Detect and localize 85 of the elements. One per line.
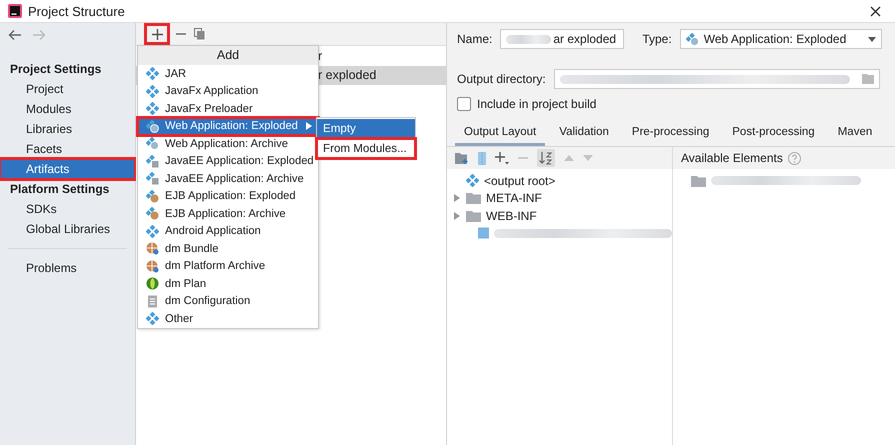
menu-item[interactable]: Empty [317, 119, 415, 138]
module-file-icon [478, 227, 489, 240]
module-icon [146, 67, 159, 80]
archive-icon[interactable] [478, 152, 486, 164]
module-icon [146, 224, 159, 238]
sidebar-item[interactable]: Artifacts [0, 159, 135, 179]
app-logo-icon [8, 4, 22, 18]
redacted-text [506, 34, 552, 44]
move-up-icon[interactable] [564, 155, 574, 161]
copy-icon[interactable] [194, 28, 205, 40]
folder-icon [466, 210, 481, 222]
web-module-icon [146, 137, 159, 150]
tree-item[interactable]: <output root> [484, 174, 556, 188]
module-icon [146, 102, 159, 116]
folder-icon [691, 174, 706, 187]
tab[interactable]: Pre-processing [622, 123, 718, 146]
web-module-icon [146, 120, 159, 133]
menu-item[interactable]: EJB Application: Archive [138, 205, 318, 222]
menu-item[interactable]: JavaEE Application: Exploded [138, 152, 318, 170]
move-down-icon[interactable] [583, 155, 593, 161]
add-icon[interactable] [495, 152, 509, 164]
menu-item[interactable]: JavaFx Preloader [138, 100, 318, 118]
web-module-icon [686, 32, 699, 46]
panel-title: Available Elements [681, 151, 783, 165]
section-heading: Project Settings [9, 61, 102, 78]
type-dropdown[interactable]: Web Application: Exploded [680, 29, 882, 49]
help-icon[interactable] [788, 152, 801, 164]
new-folder-icon[interactable] [455, 152, 469, 164]
output-directory-field[interactable] [554, 69, 880, 89]
sidebar-item[interactable]: Libraries [0, 119, 135, 139]
field-label: Output directory: [457, 72, 546, 86]
sidebar-item[interactable]: SDKs [0, 199, 135, 219]
field-label: Type: [642, 32, 672, 46]
tab[interactable]: Post-processing [723, 123, 824, 146]
document-icon [146, 294, 159, 308]
ejb-module-icon [146, 190, 159, 203]
folder-icon [466, 192, 481, 204]
sidebar-item[interactable]: Modules [0, 99, 135, 119]
sidebar-item[interactable]: Global Libraries [0, 219, 135, 239]
field-label: Name: [457, 32, 492, 46]
expand-arrow-icon[interactable] [453, 194, 461, 202]
menu-item[interactable]: dm Bundle [138, 240, 318, 258]
folder-icon[interactable] [862, 74, 874, 84]
dropdown-arrow-icon [868, 36, 876, 42]
ejb-module-icon [146, 207, 159, 220]
module-icon [146, 312, 159, 326]
sidebar-item[interactable]: Facets [0, 139, 135, 159]
menu-item[interactable]: dm Platform Archive [138, 258, 318, 275]
module-icon [146, 84, 159, 98]
sidebar-item[interactable]: Project [0, 79, 135, 99]
menu-item[interactable]: JavaEE Application: Archive [138, 170, 318, 188]
checkbox-label: Include in project build [477, 97, 596, 111]
javaee-module-icon [146, 172, 159, 186]
back-arrow-icon[interactable] [8, 29, 22, 41]
tree-item[interactable]: META-INF [486, 191, 542, 206]
section-heading: Platform Settings [9, 181, 110, 198]
globe-icon [146, 242, 159, 256]
include-checkbox[interactable] [457, 97, 471, 111]
menu-item[interactable]: JAR [138, 65, 318, 82]
close-icon[interactable] [870, 6, 881, 16]
leaf-icon [146, 277, 159, 290]
name-field[interactable]: ar exploded [500, 29, 624, 49]
plus-icon [152, 28, 162, 40]
menu-item[interactable]: Web Application: Exploded [138, 118, 318, 135]
expand-arrow-icon[interactable] [453, 212, 461, 220]
menu-item[interactable]: EJB Application: Exploded [138, 188, 318, 205]
javaee-module-icon [146, 154, 159, 168]
menu-title: Add [138, 46, 318, 65]
menu-item[interactable]: Web Application: Archive [138, 135, 318, 152]
sidebar-item[interactable]: Problems [0, 258, 135, 278]
module-icon [466, 174, 479, 188]
tab[interactable]: Validation [550, 123, 618, 146]
menu-item[interactable]: dm Plan [138, 275, 318, 292]
menu-item[interactable]: From Modules... [317, 139, 415, 158]
forward-arrow-icon[interactable] [32, 29, 46, 41]
globe-icon [146, 260, 159, 273]
tab[interactable]: Maven [828, 123, 882, 146]
tree-item[interactable]: WEB-INF [486, 208, 537, 223]
menu-item[interactable]: JavaFx Application [138, 82, 318, 100]
window-title: Project Structure [28, 4, 126, 18]
menu-item[interactable]: Android Application [138, 222, 318, 240]
menu-item[interactable]: Other [138, 310, 318, 328]
menu-item[interactable]: dm Configuration [138, 292, 318, 310]
sort-icon[interactable] [537, 149, 555, 167]
add-button[interactable] [146, 25, 168, 43]
